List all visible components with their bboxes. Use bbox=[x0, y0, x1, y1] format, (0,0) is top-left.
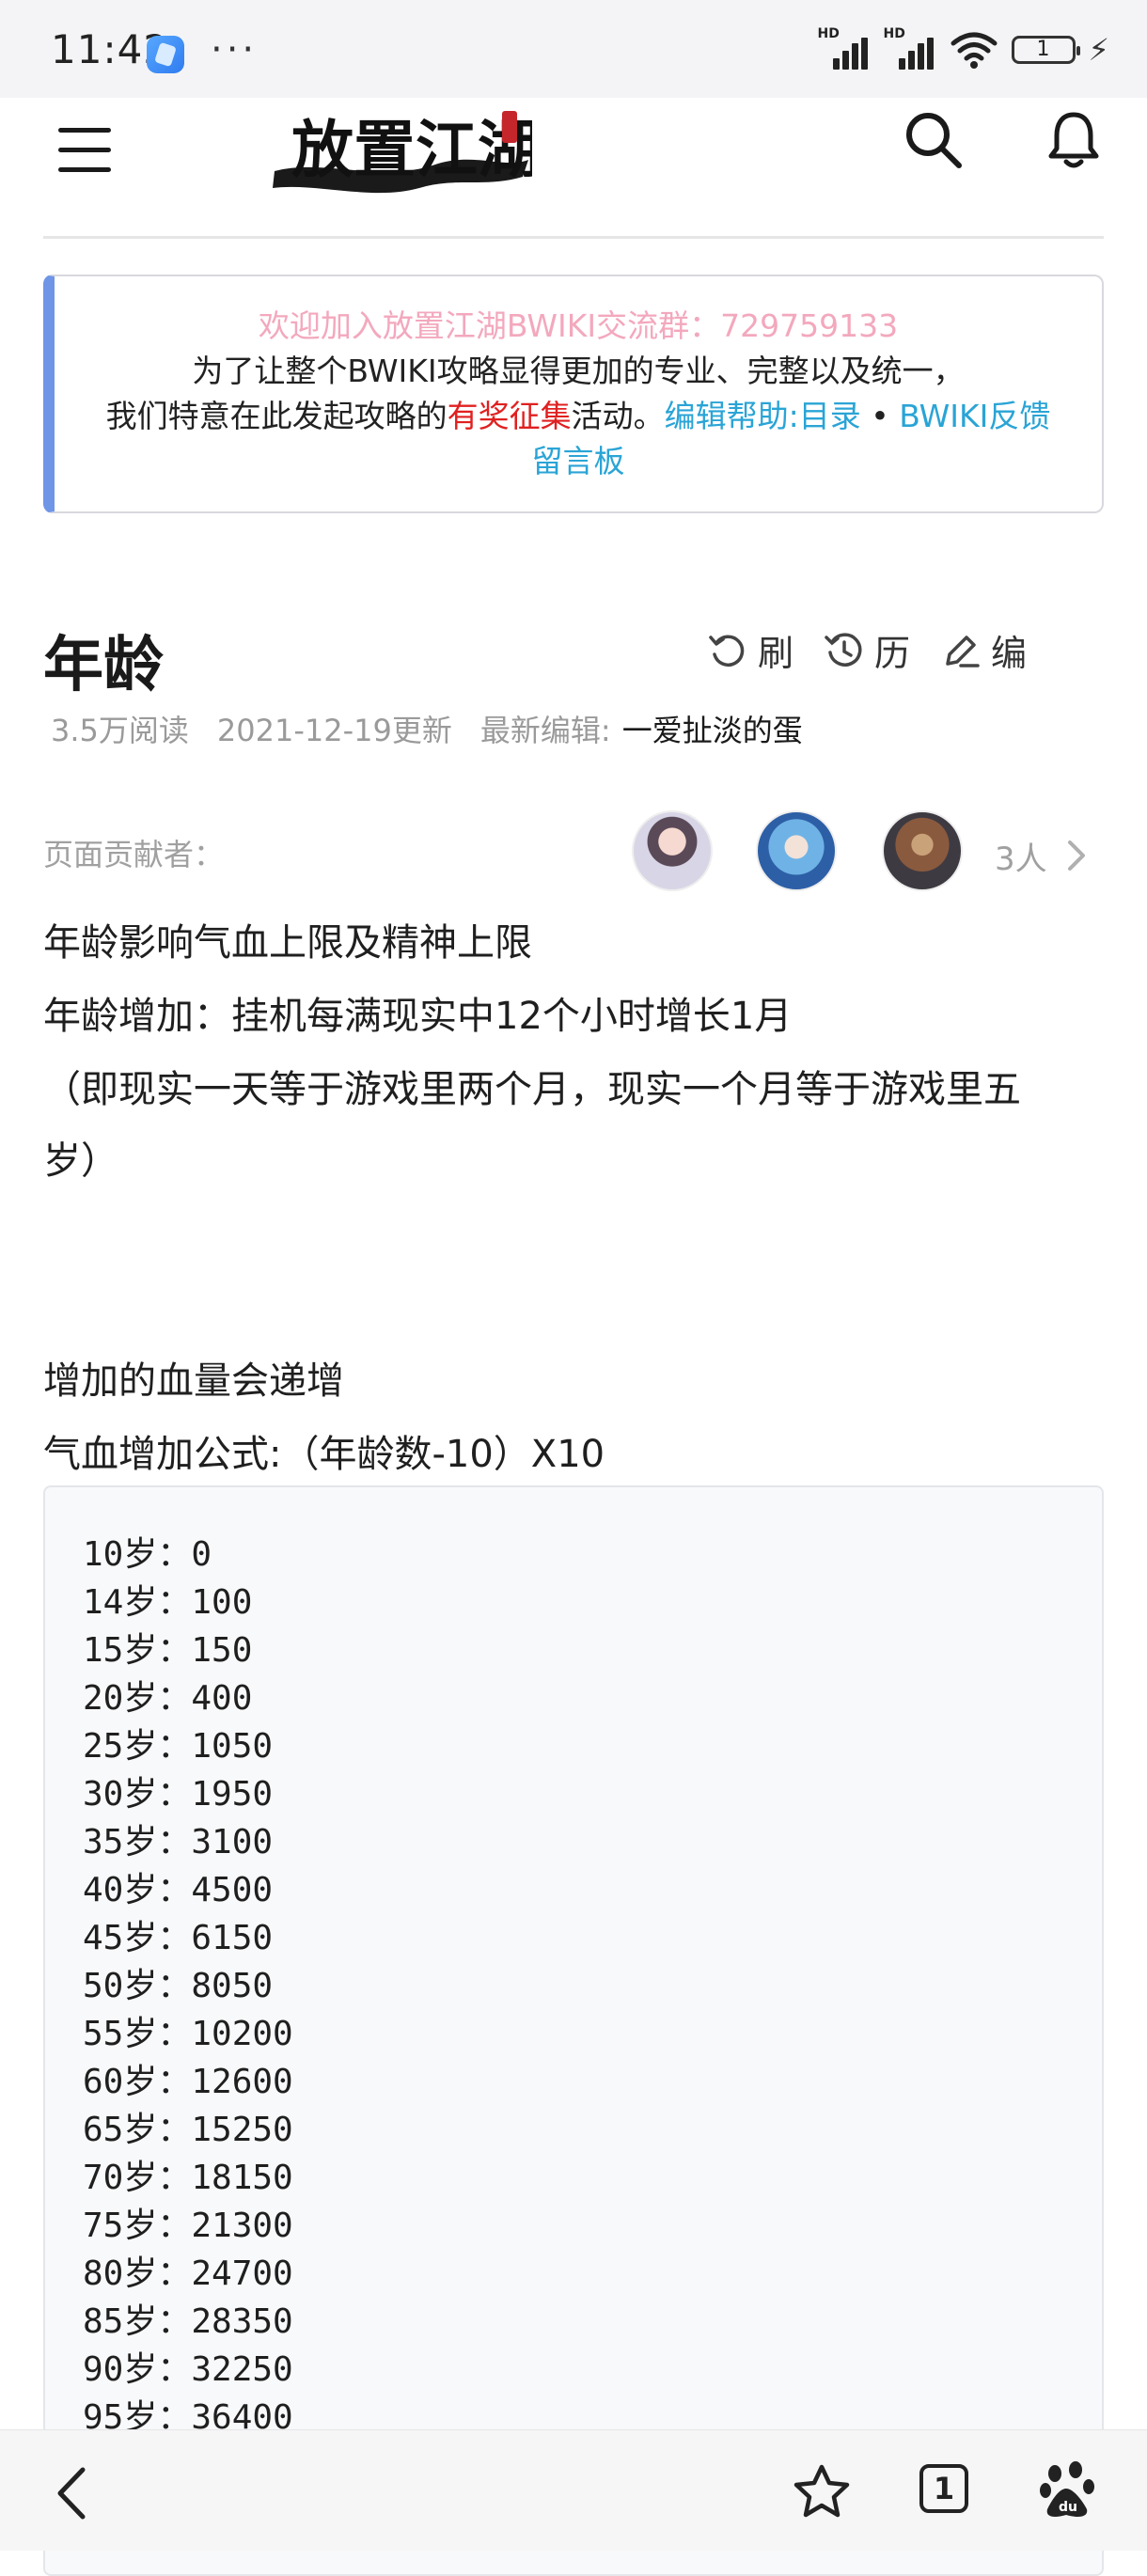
refresh-button[interactable]: 刷 bbox=[707, 624, 793, 676]
charging-icon: ⚡ bbox=[1088, 32, 1109, 68]
menu-icon[interactable] bbox=[58, 126, 111, 175]
age-row: 80岁：24700 bbox=[83, 2254, 293, 2293]
bell-icon[interactable] bbox=[1045, 107, 1102, 173]
svg-text:du: du bbox=[1059, 2500, 1077, 2515]
network-type-label-2: HD bbox=[883, 26, 905, 41]
welcome-notice: 欢迎加入放置江湖BWIKI交流群：729759133 为了让整个BWIKI攻略显… bbox=[43, 275, 1104, 513]
contributors-count[interactable]: 3人 bbox=[995, 833, 1047, 879]
updated-date: 2021-12-19更新 bbox=[216, 713, 452, 748]
header-divider bbox=[43, 236, 1104, 239]
age-row: 25岁：1050 bbox=[83, 1727, 274, 1766]
notice-intro-line: 为了让整个BWIKI攻略显得更加的专业、完整以及统一， bbox=[192, 353, 965, 389]
notice-prefix: 我们特意在此发起攻略的 bbox=[105, 398, 448, 434]
link-separator: • bbox=[860, 398, 900, 434]
wifi-icon bbox=[951, 32, 998, 69]
age-row: 85岁：28350 bbox=[83, 2302, 293, 2341]
contributor-avatar[interactable] bbox=[632, 810, 713, 891]
age-row: 20岁：400 bbox=[83, 1679, 253, 1718]
battery-icon: 1 bbox=[1011, 36, 1080, 64]
edit-button[interactable]: 编 bbox=[940, 624, 1027, 676]
age-row: 35岁：3100 bbox=[83, 1823, 274, 1861]
content-paragraph: 增加的血量会递增 bbox=[43, 1359, 344, 1403]
age-row: 10岁：0 bbox=[83, 1535, 212, 1574]
contributor-avatar[interactable] bbox=[756, 810, 837, 891]
signal-icon-2: HD bbox=[884, 26, 936, 70]
contributor-avatar[interactable] bbox=[882, 810, 963, 891]
formula-text: 气血增加公式:（年龄数-10）X10 bbox=[43, 1433, 605, 1476]
site-header: 放置江湖 bbox=[0, 98, 1147, 239]
view-count: 3.5万阅读 bbox=[51, 713, 189, 748]
age-row: 50岁：8050 bbox=[83, 1967, 274, 2005]
page-meta: 3.5万阅读 2021-12-19更新 最新编辑: 一爱扯淡的蛋 bbox=[51, 707, 803, 750]
status-indicators: HD HD 1 ⚡ bbox=[818, 26, 1109, 70]
bookmark-star-icon[interactable] bbox=[792, 2462, 852, 2521]
content-paragraph: 岁） bbox=[43, 1139, 118, 1183]
age-row: 90岁：32250 bbox=[83, 2350, 293, 2389]
age-row: 45岁：6150 bbox=[83, 1919, 274, 1957]
refresh-icon bbox=[709, 635, 745, 667]
page-title: 年龄 bbox=[43, 631, 164, 700]
age-row: 15岁：150 bbox=[83, 1631, 253, 1670]
chevron-right-icon[interactable] bbox=[1064, 837, 1089, 874]
edit-help-link[interactable]: 编辑帮助:目录 bbox=[665, 398, 861, 434]
content-paragraph: 年龄影响气血上限及精神上限 bbox=[43, 921, 532, 965]
app-notification-icon bbox=[147, 36, 184, 73]
more-notifications-icon: ··· bbox=[211, 28, 259, 71]
age-hp-table: 10岁：0 14岁：100 15岁：150 20岁：400 25岁：1050 3… bbox=[43, 1485, 1104, 2576]
edit-icon bbox=[946, 635, 980, 668]
network-type-label: HD bbox=[817, 26, 840, 41]
age-row: 70岁：18150 bbox=[83, 2159, 293, 2197]
logo-text: 放置江湖 bbox=[291, 113, 532, 186]
browser-bottom-bar: 1 du bbox=[0, 2429, 1147, 2551]
history-icon bbox=[825, 632, 862, 667]
edit-label: 编 bbox=[991, 633, 1028, 674]
page-actions: 刷 历 编 bbox=[707, 624, 1027, 676]
search-icon[interactable] bbox=[903, 109, 965, 171]
refresh-label: 刷 bbox=[758, 633, 794, 674]
battery-level: 1 bbox=[1036, 38, 1050, 61]
tabs-button[interactable]: 1 bbox=[919, 2464, 968, 2513]
age-row: 65岁：15250 bbox=[83, 2111, 293, 2149]
bwiki-feedback-link[interactable]: BWIKI反馈 bbox=[899, 398, 1050, 434]
age-row: 75岁：21300 bbox=[83, 2207, 293, 2245]
content-paragraph: 年龄增加：挂机每满现实中12个小时增长1月 bbox=[43, 995, 793, 1038]
site-logo[interactable]: 放置江湖 bbox=[269, 98, 532, 209]
age-row: 55岁：10200 bbox=[83, 2015, 293, 2053]
baidu-paw-icon[interactable]: du bbox=[1040, 2460, 1096, 2521]
history-button[interactable]: 历 bbox=[824, 624, 910, 676]
age-row: 60岁：12600 bbox=[83, 2063, 293, 2101]
editor-name-link[interactable]: 一爱扯淡的蛋 bbox=[622, 713, 803, 748]
notice-group-line: 欢迎加入放置江湖BWIKI交流群：729759133 bbox=[258, 307, 899, 344]
signal-icon: HD bbox=[818, 26, 871, 70]
history-label: 历 bbox=[874, 633, 911, 674]
message-board-link[interactable]: 留言板 bbox=[55, 440, 1102, 483]
age-row: 30岁：1950 bbox=[83, 1775, 274, 1814]
age-row: 40岁：4500 bbox=[83, 1871, 274, 1909]
tab-count: 1 bbox=[933, 2471, 955, 2506]
notice-mid: 活动。 bbox=[571, 398, 665, 434]
notice-activity-line: 我们特意在此发起攻略的有奖征集活动。编辑帮助:目录 • BWIKI反馈 bbox=[55, 395, 1102, 438]
content-paragraph: （即现实一天等于游戏里两个月，现实一个月等于游戏里五 bbox=[43, 1068, 1021, 1111]
contributors-label: 页面贡献者： bbox=[43, 837, 225, 872]
editor-label: 最新编辑: bbox=[479, 713, 611, 748]
status-bar: 11:42 ··· HD HD 1 ⚡ bbox=[0, 0, 1147, 98]
back-icon[interactable] bbox=[53, 2464, 90, 2522]
reward-collection-link[interactable]: 有奖征集 bbox=[448, 398, 572, 434]
age-row: 14岁：100 bbox=[83, 1583, 253, 1622]
